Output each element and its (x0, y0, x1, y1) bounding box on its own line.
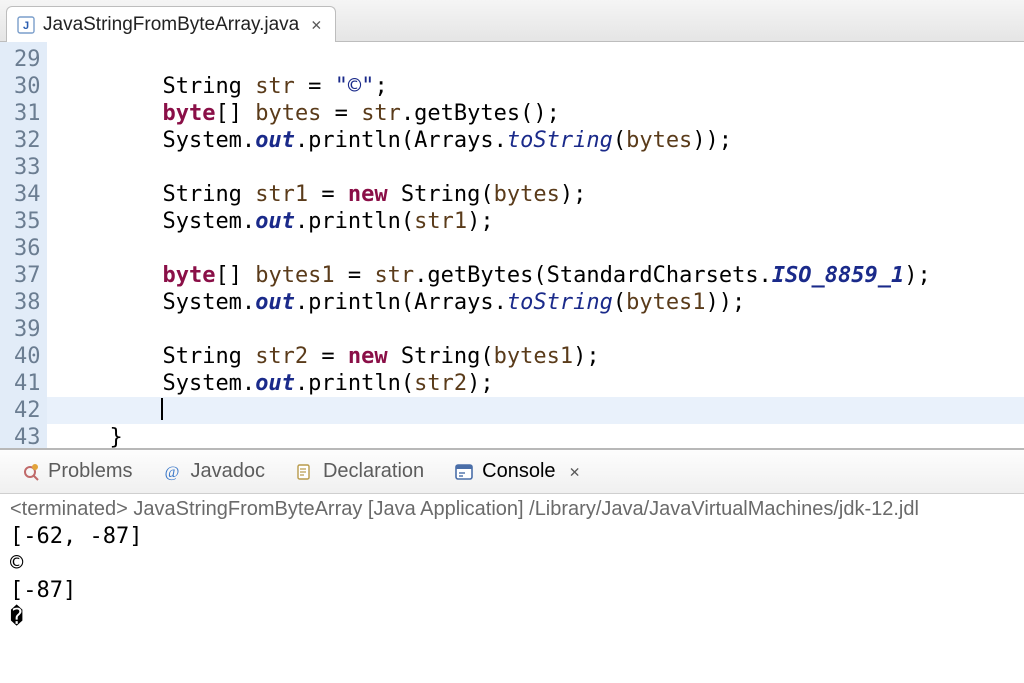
code-line[interactable]: System.out.println(Arrays.toString(bytes… (57, 127, 1024, 154)
tab-declaration[interactable]: Declaration (289, 456, 430, 487)
code-line[interactable]: String str2 = new String(bytes1); (57, 343, 1024, 370)
tab-console[interactable]: Console ✕ (448, 456, 586, 487)
tab-declaration-label: Declaration (323, 460, 424, 483)
svg-text:@: @ (165, 464, 180, 481)
code-line[interactable]: byte[] bytes = str.getBytes(); (57, 100, 1024, 127)
code-line[interactable]: System.out.println(str1); (57, 208, 1024, 235)
problems-icon (20, 462, 40, 482)
editor-tabrow: J JavaStringFromByteArray.java ✕ (0, 0, 1024, 42)
svg-text:J: J (23, 20, 29, 32)
code-line[interactable] (57, 46, 1024, 73)
close-tab-icon[interactable]: ✕ (311, 15, 321, 35)
tab-console-label: Console (482, 460, 555, 483)
tab-javadoc-label: Javadoc (190, 460, 265, 483)
code-line[interactable]: byte[] bytes1 = str.getBytes(StandardCha… (57, 262, 1024, 289)
editor-area: J JavaStringFromByteArray.java ✕ 2930313… (0, 0, 1024, 449)
panel-tabrow: Problems @ Javadoc Declaration (0, 450, 1024, 494)
code-line[interactable]: } (57, 424, 1024, 448)
code-line[interactable]: String str1 = new String(bytes); (57, 181, 1024, 208)
tab-problems-label: Problems (48, 460, 132, 483)
code-line[interactable] (57, 316, 1024, 343)
tab-javadoc[interactable]: @ Javadoc (156, 456, 271, 487)
editor-tab-label: JavaStringFromByteArray.java (43, 14, 299, 36)
tab-problems[interactable]: Problems (14, 456, 138, 487)
console-output[interactable]: [-62, -87] © [-87] � (10, 523, 1014, 631)
code-line[interactable]: String str = "©"; (57, 73, 1024, 100)
javadoc-icon: @ (162, 462, 182, 482)
code-area[interactable]: String str = "©"; byte[] bytes = str.get… (47, 42, 1024, 448)
console-icon (454, 462, 474, 482)
editor-body: 29303132333435363738394041424344 String … (0, 42, 1024, 448)
code-line[interactable] (57, 154, 1024, 181)
editor-tab[interactable]: J JavaStringFromByteArray.java ✕ (6, 6, 336, 42)
line-number-gutter: 29303132333435363738394041424344 (0, 42, 47, 448)
text-caret (161, 398, 163, 420)
declaration-icon (295, 462, 315, 482)
bottom-panel: Problems @ Javadoc Declaration (0, 449, 1024, 683)
code-line[interactable]: System.out.println(Arrays.toString(bytes… (57, 289, 1024, 316)
java-file-icon: J (17, 16, 35, 34)
code-line[interactable] (57, 235, 1024, 262)
console-process-label: <terminated> JavaStringFromByteArray [Ja… (10, 498, 1014, 521)
console-body: <terminated> JavaStringFromByteArray [Ja… (0, 494, 1024, 641)
code-line[interactable]: System.out.println(str2); (57, 370, 1024, 397)
close-view-icon[interactable]: ✕ (570, 462, 580, 482)
code-line[interactable] (47, 397, 1024, 424)
